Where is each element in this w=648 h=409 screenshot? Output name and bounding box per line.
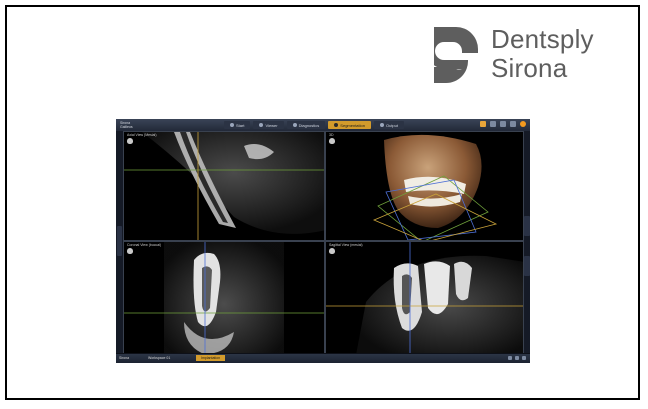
help-icon[interactable] xyxy=(500,121,506,127)
viewer-icon xyxy=(259,123,264,127)
orientation-skull-icon xyxy=(329,138,335,144)
workspace-selector[interactable]: Workspace 01 xyxy=(148,356,170,360)
dentsply-sirona-logo: Dentsply Sirona xyxy=(434,25,634,85)
axial-image xyxy=(124,132,324,240)
tab-label: Output xyxy=(385,122,398,128)
viewport-top-left[interactable]: Axial View (Mesial) xyxy=(123,131,325,241)
fullscreen-icon[interactable] xyxy=(515,356,519,360)
app-brand-line-2: Galileos xyxy=(120,125,133,129)
export-icon[interactable] xyxy=(480,121,486,127)
workflow-tabs: Start Viewer Diagnostics Segmentation Ou… xyxy=(224,121,404,129)
diagnostics-icon xyxy=(292,123,297,127)
tab-label: Viewer xyxy=(265,122,278,128)
start-icon xyxy=(230,123,234,127)
tab-diagnostics[interactable]: Diagnostics xyxy=(286,121,326,129)
dental-imaging-app-window: Sirona Galileos Start Viewer Diagnostics… xyxy=(116,119,530,363)
output-icon xyxy=(379,123,384,127)
close-app-icon[interactable] xyxy=(520,121,526,127)
3d-skull-render xyxy=(372,134,498,240)
app-brand: Sirona Galileos xyxy=(120,121,133,129)
logo-line-2: Sirona xyxy=(491,53,568,83)
viewport-bottom-right[interactable]: Sagittal View (mesial) xyxy=(325,241,524,354)
right-panel-tab-1[interactable] xyxy=(524,216,530,236)
tab-label: Segmentation xyxy=(340,122,365,128)
tab-label: Start xyxy=(236,122,245,128)
app-bottom-bar: Sirona Workspace 01 Implantation xyxy=(116,353,530,363)
viewport-title: Axial View (Mesial) xyxy=(127,133,157,137)
orientation-skull-icon xyxy=(127,248,133,254)
settings-icon[interactable] xyxy=(510,121,516,127)
tab-viewer[interactable]: Viewer xyxy=(253,121,284,129)
tab-segmentation[interactable]: Segmentation xyxy=(328,121,371,129)
coronal-image xyxy=(124,242,324,353)
sagittal-image xyxy=(326,242,523,353)
left-panel-toggle[interactable] xyxy=(117,226,122,256)
segmentation-icon xyxy=(334,123,339,127)
top-right-icons xyxy=(480,121,526,127)
logo-line-1: Dentsply xyxy=(491,24,594,54)
logo-wordmark: Dentsply Sirona xyxy=(491,25,594,83)
dentsply-sirona-logo-mark-icon xyxy=(434,27,478,83)
viewport-title: Sagittal View (mesial) xyxy=(329,243,363,247)
orientation-skull-icon xyxy=(127,138,133,144)
tab-start[interactable]: Start xyxy=(224,121,251,129)
bottom-right-icons xyxy=(508,356,526,360)
implantation-tab[interactable]: Implantation xyxy=(196,355,226,361)
tools-icon[interactable] xyxy=(490,121,496,127)
bottom-brand: Sirona xyxy=(119,356,130,360)
viewport-bottom-left[interactable]: Coronal View (buccal) xyxy=(123,241,325,354)
info-icon[interactable] xyxy=(522,356,526,360)
layout-icon[interactable] xyxy=(508,356,512,360)
viewport-top-right[interactable]: 3D xyxy=(325,131,524,241)
orientation-skull-icon xyxy=(329,248,335,254)
tab-output[interactable]: Output xyxy=(373,121,404,129)
viewport-title: Coronal View (buccal) xyxy=(127,243,162,247)
tab-label: Diagnostics xyxy=(298,122,320,128)
right-panel-tab-2[interactable] xyxy=(524,256,530,276)
left-side-panel xyxy=(116,131,123,354)
right-side-panel xyxy=(524,131,530,354)
viewport-title: 3D xyxy=(329,133,334,137)
